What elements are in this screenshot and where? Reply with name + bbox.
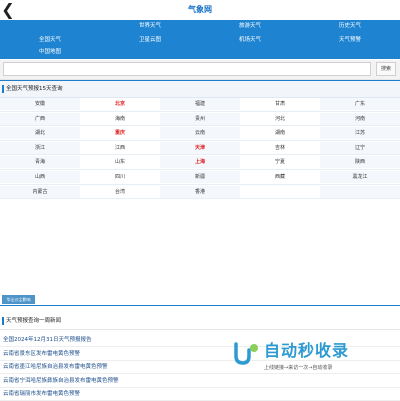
province-link[interactable]: 西藏 bbox=[240, 171, 320, 183]
province-link[interactable]: 内蒙古 bbox=[0, 185, 80, 198]
province-link[interactable]: 甘肃 bbox=[240, 98, 320, 110]
forecast-section-header: 全国天气预报15天查询 bbox=[0, 80, 400, 98]
province-link[interactable]: 天津 bbox=[160, 141, 240, 154]
section-marker bbox=[2, 317, 4, 325]
news-section-header: 天气预报查询一周新闻 bbox=[0, 313, 400, 330]
province-link[interactable]: 河南 bbox=[320, 112, 400, 125]
province-link[interactable]: 黑龙江 bbox=[320, 171, 400, 183]
divider bbox=[0, 305, 400, 306]
province-link[interactable]: 青海 bbox=[0, 156, 80, 169]
nav-item-weather-warning[interactable]: 天气预警 bbox=[300, 34, 400, 46]
news-item[interactable]: 云南省墨江哈尼族自治县发布雷电黄色预警 bbox=[3, 361, 203, 373]
province-link[interactable]: 湖南 bbox=[240, 127, 320, 139]
province-link[interactable]: 辽宁 bbox=[320, 141, 400, 154]
province-link[interactable]: 台湾 bbox=[80, 186, 160, 198]
province-link[interactable]: 北京 bbox=[80, 98, 160, 110]
main-nav: 世界天气 旅游天气 历史天气 全国天气 卫星云图 机场天气 天气预警 中国地图 bbox=[0, 20, 400, 59]
province-link[interactable]: 香港 bbox=[160, 185, 240, 198]
province-link[interactable]: 浙江 bbox=[0, 141, 80, 154]
nav-item-china-map[interactable]: 中国地图 bbox=[0, 46, 100, 58]
province-link[interactable]: 河北 bbox=[240, 113, 320, 125]
empty-cell bbox=[320, 185, 400, 198]
news-section-title: 天气预报查询一周新闻 bbox=[6, 318, 62, 324]
grid-row-divider bbox=[0, 154, 400, 156]
watermark-logo-icon bbox=[234, 342, 258, 365]
watermark-text: 自动秒收录 bbox=[264, 341, 350, 360]
province-link[interactable]: 吉林 bbox=[240, 142, 320, 154]
grid-row-divider bbox=[0, 169, 400, 170]
province-link[interactable]: 山西 bbox=[0, 171, 80, 183]
news-item[interactable]: 云南省景东区发布雷电黄色预警 bbox=[3, 348, 203, 360]
province-link[interactable]: 广东 bbox=[320, 98, 400, 110]
province-link[interactable]: 广西 bbox=[0, 112, 80, 125]
search-bar: 搜索 bbox=[0, 60, 400, 80]
province-link[interactable]: 山东 bbox=[80, 156, 160, 168]
province-link[interactable]: 陕西 bbox=[320, 156, 400, 169]
grid-row-divider bbox=[0, 183, 400, 185]
news-item[interactable]: 云南省瑞丽市发布雷电黄色预警 bbox=[3, 388, 203, 400]
nav-item-national-weather[interactable]: 全国天气 bbox=[0, 34, 100, 46]
province-link[interactable]: 贵州 bbox=[160, 112, 240, 125]
news-item[interactable]: 全国2024年12月31日天气预报报告 bbox=[3, 334, 203, 346]
forecast-section-title: 全国天气预报15天查询 bbox=[6, 86, 63, 92]
watermark-subtext: 上线链接→来访一次→自动收录 bbox=[264, 365, 333, 371]
watermark: 自动秒收录 上线链接→来访一次→自动收录 bbox=[232, 338, 392, 378]
province-link[interactable]: 上海 bbox=[160, 156, 240, 169]
nav-item-world-weather[interactable]: 世界天气 bbox=[100, 20, 200, 32]
top-bar: ❮ 气象网 bbox=[0, 0, 400, 21]
province-link[interactable]: 新疆 bbox=[160, 171, 240, 183]
grid-row-divider bbox=[0, 125, 400, 127]
province-link[interactable]: 宁夏 bbox=[240, 156, 320, 168]
news-item[interactable]: 云南省宁洱哈尼族彝族自治县发布雷电黄色预警 bbox=[3, 375, 203, 387]
province-link[interactable]: 江苏 bbox=[320, 127, 400, 140]
province-link[interactable]: 福建 bbox=[160, 98, 240, 110]
province-link[interactable]: 四川 bbox=[80, 171, 160, 183]
page-title: 气象网 bbox=[188, 5, 212, 14]
province-link[interactable]: 江西 bbox=[80, 142, 160, 154]
grid-row-divider bbox=[0, 198, 400, 200]
search-input[interactable] bbox=[3, 62, 371, 76]
grid-row-divider bbox=[0, 110, 400, 112]
nav-item-travel-weather[interactable]: 旅游天气 bbox=[200, 20, 300, 32]
grid-row-divider bbox=[0, 139, 400, 141]
province-link[interactable]: 安徽 bbox=[0, 98, 80, 110]
province-link[interactable]: 云南 bbox=[160, 127, 240, 140]
nav-item-satellite[interactable]: 卫星云图 bbox=[100, 34, 200, 46]
nav-item-history-weather[interactable]: 历史天气 bbox=[300, 20, 400, 32]
province-link[interactable]: 重庆 bbox=[80, 127, 160, 139]
nav-item-airport-weather[interactable]: 机场天气 bbox=[200, 34, 300, 46]
empty-cell bbox=[240, 186, 320, 198]
province-link[interactable]: 海南 bbox=[80, 113, 160, 125]
province-link[interactable]: 湖北 bbox=[0, 127, 80, 140]
search-button[interactable]: 搜索 bbox=[376, 62, 396, 76]
weather-tag[interactable]: 华山沙尘影响 bbox=[2, 295, 35, 304]
section-marker bbox=[2, 85, 4, 93]
